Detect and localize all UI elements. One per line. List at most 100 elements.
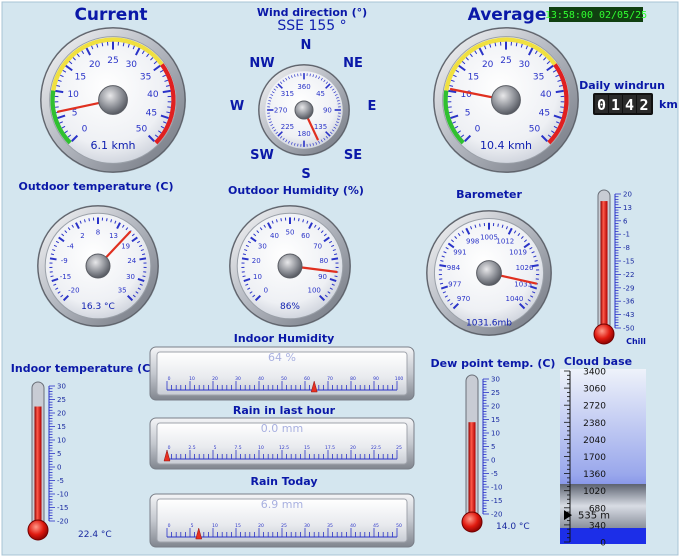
rain-last-hour-bar-gauge: 0.0 mm 0 2.5 5 7.5 10 12.5 15 17.5 20 22.5 25 bbox=[149, 417, 415, 470]
current-title: Current bbox=[74, 5, 147, 25]
gauge-tick-label: 5 bbox=[465, 109, 471, 119]
bar-tick-label: 10 bbox=[258, 445, 264, 451]
bar-tick-label: 7.5 bbox=[234, 445, 241, 451]
gauge-tick-label: 1019 bbox=[509, 248, 527, 256]
weather-dashboard: Current Average 13:58:00 02/05/25 Wind d… bbox=[0, 0, 680, 557]
compass-tick-label: 270 bbox=[274, 107, 287, 115]
gauge-tick-label: 1012 bbox=[496, 237, 514, 245]
bar-tick-label: 30 bbox=[304, 523, 310, 529]
gauge-tick-label: 998 bbox=[466, 237, 479, 245]
gauge-minor-tick bbox=[334, 275, 338, 278]
gauge-major-tick bbox=[55, 89, 64, 94]
outdoor-humidity-title: Outdoor Humidity (%) bbox=[228, 184, 364, 197]
compass-s: S bbox=[301, 167, 310, 182]
cloud-tick-label: 1020 bbox=[583, 487, 606, 497]
gauge-readout: 10.4 kmh bbox=[480, 139, 532, 152]
compass-tick-label: 180 bbox=[297, 130, 310, 138]
gauge-major-tick bbox=[49, 257, 57, 261]
thermometer-tick-label: -15 bbox=[623, 258, 634, 266]
gauge-tick-label: 977 bbox=[448, 281, 461, 289]
thermometer-fluid bbox=[468, 422, 476, 522]
bar-tick-label: 15 bbox=[235, 523, 241, 529]
thermometer-fluid bbox=[34, 406, 42, 530]
gauge-tick-label: 80 bbox=[319, 257, 328, 265]
rain-today-bar-gauge: 6.9 mm 0 5 10 15 20 25 30 35 40 45 50 bbox=[149, 493, 415, 548]
compass-tick-label: 225 bbox=[281, 123, 294, 131]
gauge-tick-label: 60 bbox=[301, 232, 310, 240]
thermometer-bulb bbox=[593, 323, 615, 345]
windrun-odometer: 0 1 4 2 bbox=[593, 93, 653, 115]
gauge-tick-label: 35 bbox=[533, 72, 544, 82]
thermometer-tick-label: 10 bbox=[57, 437, 66, 445]
gauge-minor-tick bbox=[515, 42, 518, 47]
outdoor-temperature-gauge: -20 -15 -9 -4 2 8 1319 24 30 3516.3 °C bbox=[37, 205, 159, 327]
gauge-minor-tick bbox=[122, 42, 125, 47]
outdoor-humidity-gauge: 010 20 3040 50 6070 80 90 100 86% bbox=[229, 205, 351, 327]
compass-nw: NW bbox=[249, 56, 274, 71]
gauge-tick-label: 25 bbox=[107, 56, 118, 66]
gauge-tick-label: 100 bbox=[307, 287, 320, 295]
odometer-digit: 4 bbox=[625, 96, 634, 114]
gauge-tick-label: 40 bbox=[147, 90, 159, 100]
barometer-title: Barometer bbox=[456, 188, 522, 201]
average-wind-speed-gauge: 05101520 25 303540455010.4 kmh bbox=[433, 27, 579, 173]
thermometer-tick-label: 15 bbox=[57, 423, 66, 431]
bar-tick-label: 40 bbox=[350, 523, 356, 529]
chill-label: Chill bbox=[626, 337, 646, 346]
gauge-tick-label: 50 bbox=[286, 228, 295, 236]
rain-last-hour-title: Rain in last hour bbox=[233, 404, 336, 417]
cloud-tick-label: 2380 bbox=[583, 419, 606, 429]
bar-readout: 64 % bbox=[268, 351, 296, 364]
gauge-tick-label: 0 bbox=[475, 125, 481, 135]
odometer-digit: 2 bbox=[639, 96, 648, 114]
gauge-tick-label: 10 bbox=[67, 90, 79, 100]
bar-tick-label: 0 bbox=[168, 376, 171, 382]
gauge-minor-tick bbox=[494, 42, 497, 47]
gauge-tick-label: 0 bbox=[82, 125, 88, 135]
gauge-tick-label: 2 bbox=[80, 232, 84, 240]
indoor-temp-title: Indoor temperature (C) bbox=[11, 362, 155, 375]
gauge-tick-label: 25 bbox=[500, 56, 511, 66]
bar-tick-label: 90 bbox=[373, 376, 379, 382]
thermometer-bulb bbox=[27, 519, 49, 541]
gauge-hub bbox=[98, 85, 128, 115]
thermometer-tick-label: -1 bbox=[623, 231, 630, 239]
gauge-readout: 1031.6mb bbox=[466, 319, 512, 329]
thermometer-tick-label: -10 bbox=[491, 484, 502, 492]
bar-tick-label: 17.5 bbox=[325, 445, 335, 451]
gauge-tick-label: 984 bbox=[447, 264, 461, 272]
compass-tick-label: 315 bbox=[281, 90, 294, 98]
thermometer-tick-label: 25 bbox=[57, 396, 66, 404]
gauge-tick-label: 45 bbox=[539, 109, 550, 119]
gauge-tick-label: -9 bbox=[61, 257, 68, 265]
bar-tick-label: 50 bbox=[281, 376, 287, 382]
gauge-tick-label: 90 bbox=[318, 273, 327, 281]
gauge-major-tick bbox=[241, 257, 249, 261]
thermometer-tick-label: 10 bbox=[491, 430, 500, 438]
gauge-hub bbox=[476, 260, 502, 286]
compass-tick-label: 45 bbox=[316, 90, 325, 98]
gauge-tick-label: -15 bbox=[60, 273, 71, 281]
gauge-tick-label: 10 bbox=[253, 273, 262, 281]
bar-tick-label: 20 bbox=[258, 523, 264, 529]
average-title: Average bbox=[468, 5, 547, 25]
cloud-tick-label: 3400 bbox=[583, 368, 606, 378]
thermometer-tick-label: 15 bbox=[491, 416, 500, 424]
gauge-tick-label: 970 bbox=[457, 295, 470, 303]
clock-timestamp: 13:58:00 02/05/25 bbox=[545, 10, 647, 21]
bar-readout: 0.0 mm bbox=[261, 422, 303, 435]
compass-w: W bbox=[230, 99, 244, 114]
gauge-minor-tick bbox=[142, 275, 146, 278]
bar-tick-label: 70 bbox=[327, 376, 333, 382]
thermometer-tick-label: 0 bbox=[57, 464, 61, 472]
gauge-tick-label: -4 bbox=[67, 242, 75, 250]
gauge-tick-label: 5 bbox=[72, 109, 78, 119]
wind-direction-compass-gauge: 360 45 90 135 180225 270 315 bbox=[258, 64, 350, 156]
bar-tick-label: 10 bbox=[189, 376, 195, 382]
odometer-digit: 0 bbox=[597, 96, 606, 114]
thermometer-tick-label: -20 bbox=[491, 511, 502, 519]
gauge-minor-tick bbox=[88, 218, 90, 222]
cloud-tick-label: 1360 bbox=[583, 470, 606, 480]
gauge-minor-tick bbox=[497, 223, 499, 227]
thermometer-tick-label: 5 bbox=[491, 443, 495, 451]
